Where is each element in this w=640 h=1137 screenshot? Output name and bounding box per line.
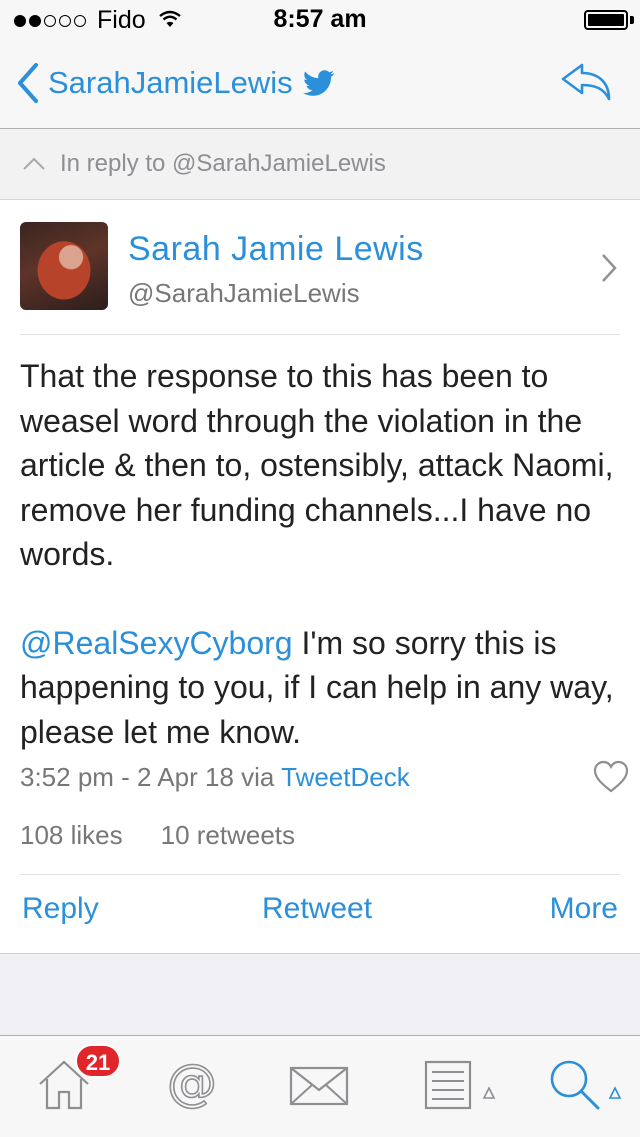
status-time: 8:57 am [273, 5, 367, 33]
mentions-icon[interactable]: @ [164, 1053, 220, 1117]
chevron-left-icon [18, 63, 38, 103]
battery-nub [630, 16, 634, 24]
triangle-up-icon [482, 1086, 496, 1099]
engagement-counts: 108 likes 10 retweets [20, 820, 295, 851]
divider [20, 874, 620, 875]
navigation-bar: SarahJamieLewis [0, 40, 640, 129]
tweet-detail: Sarah Jamie Lewis @SarahJamieLewis That … [0, 200, 640, 954]
more-button[interactable]: More [550, 892, 618, 926]
timestamp-text: 3:52 pm - 2 Apr 18 via [20, 762, 282, 792]
lists-icon[interactable] [420, 1056, 476, 1117]
tweet-timestamp: 3:52 pm - 2 Apr 18 via TweetDeck [20, 762, 410, 793]
likes-count[interactable]: 108 likes [20, 820, 123, 850]
search-icon[interactable] [546, 1056, 604, 1119]
author-name[interactable]: Sarah Jamie Lewis [128, 230, 424, 269]
divider [20, 334, 620, 335]
tweet-paragraph: That the response to this has been to we… [20, 358, 614, 572]
tab-bar: 21 @ [0, 1035, 640, 1137]
status-bar: Fido 8:57 am [0, 0, 640, 40]
chevron-up-icon [23, 157, 45, 170]
svg-text:@: @ [167, 1056, 217, 1112]
retweet-button[interactable]: Retweet [262, 892, 372, 926]
notification-badge: 21 [75, 1044, 121, 1078]
tweet-actions: Reply Retweet More [0, 892, 640, 936]
avatar[interactable] [20, 222, 108, 310]
mention-link[interactable]: @RealSexyCyborg [20, 625, 293, 661]
reply-button[interactable]: Reply [22, 892, 99, 926]
triangle-up-icon [608, 1086, 622, 1099]
source-link[interactable]: TweetDeck [281, 762, 410, 792]
retweets-count[interactable]: 10 retweets [161, 820, 295, 850]
back-button[interactable]: SarahJamieLewis [16, 62, 335, 104]
heart-icon[interactable] [592, 760, 630, 799]
author-handle: @SarahJamieLewis [128, 278, 360, 308]
reply-arrow-icon[interactable] [560, 62, 612, 107]
messages-icon[interactable] [288, 1056, 350, 1117]
tweet-paragraph: @RealSexyCyborg I'm so sorry this is hap… [20, 621, 624, 755]
back-label: SarahJamieLewis [48, 65, 293, 100]
chevron-right-icon[interactable] [600, 252, 618, 289]
twitter-bird-icon [302, 70, 334, 96]
in-reply-to-bar[interactable]: In reply to @SarahJamieLewis [0, 129, 640, 200]
tweet-text: That the response to this has been to we… [20, 354, 624, 754]
in-reply-to-text: In reply to @SarahJamieLewis [60, 150, 386, 177]
battery-icon [584, 10, 628, 30]
